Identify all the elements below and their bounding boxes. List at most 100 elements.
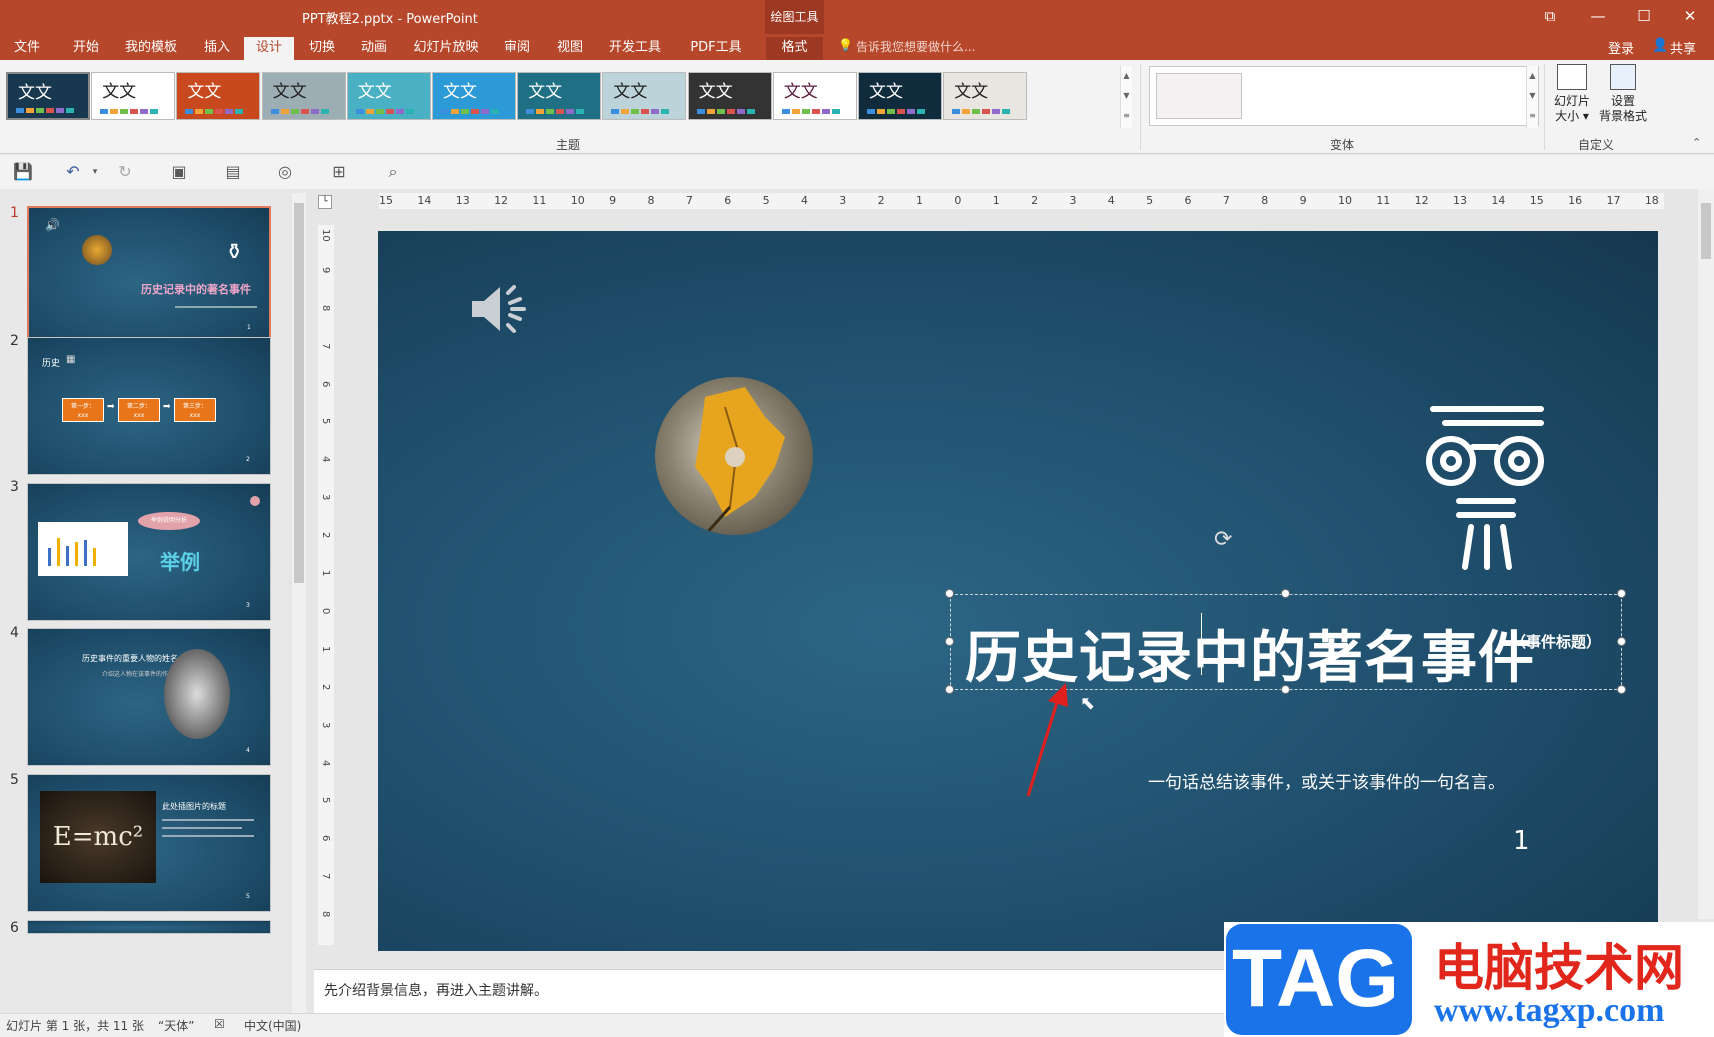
ruler-label: 8 <box>320 911 331 918</box>
theme-option-3[interactable]: 文文 <box>176 72 261 120</box>
save-icon[interactable]: 💾 <box>12 161 34 183</box>
slide-thumbnail-5[interactable]: E=mc² 此处插图片的标题 5 <box>27 774 271 912</box>
resize-handle[interactable] <box>945 589 954 598</box>
slide-thumbnail-1[interactable]: 🔊 ⚱ 历史记录中的著名事件 1 <box>27 206 271 344</box>
resize-handle[interactable] <box>945 685 954 694</box>
maximize-button[interactable]: ☐ <box>1624 4 1664 28</box>
leaf-image <box>82 235 112 265</box>
rotate-handle-icon[interactable]: ⟳ <box>1214 527 1232 552</box>
slide-size-button[interactable]: 幻灯片 大小 ▾ <box>1550 64 1594 124</box>
theme-option-12[interactable]: 文文 <box>943 72 1028 120</box>
theme-option-1[interactable]: 文文 <box>6 72 90 120</box>
theme-option-2[interactable]: 文文 <box>91 72 176 120</box>
ruler-label: 4 <box>1107 194 1115 207</box>
tab-transitions[interactable]: 切换 <box>302 37 342 60</box>
tab-file[interactable]: 文件 <box>8 37 46 60</box>
slide-thumbnail-3[interactable]: 举例说明分析 举例 3 <box>27 483 271 621</box>
slide-thumbnail-2[interactable]: 历史 ▦ 第一步： xxx 第二步： xxx 第三步： xxx ➡ ➡ 2 <box>27 337 271 475</box>
title-note[interactable]: （事件标题） <box>1511 631 1601 652</box>
ribbon-design: 文文 文文 文文 文文 文文 文文 文文 文文 文文 文文 文文 文文 ▲ ▼ ≡ 主题 ▲ ▼ ≡ 变体 幻… <box>0 60 1714 154</box>
theme-option-5[interactable]: 文文 <box>346 72 431 120</box>
editor-vertical-scrollbar[interactable] <box>1698 189 1714 919</box>
close-button[interactable]: ✕ <box>1670 4 1710 28</box>
calendar-icon: ▦ <box>66 354 76 365</box>
theme-option-7[interactable]: 文文 <box>517 72 602 120</box>
red-arrow-icon <box>1026 683 1068 797</box>
format-background-button[interactable]: 设置 背景格式 <box>1596 64 1650 124</box>
slide-thumbnail-6[interactable] <box>27 920 271 934</box>
redo-icon[interactable]: ↻ <box>114 161 136 183</box>
notes-text[interactable]: 先介绍背景信息，再进入主题讲解。 <box>324 980 548 1000</box>
tab-home[interactable]: 开始 <box>66 37 106 60</box>
ruler-label: 3 <box>1069 194 1077 207</box>
mouse-cursor-icon: ⬉ <box>1080 693 1096 714</box>
resize-handle[interactable] <box>1617 589 1626 598</box>
ruler-label: 9 <box>320 266 331 274</box>
thumbnail-scrollbar[interactable] <box>292 193 306 1017</box>
tab-pdf-tools[interactable]: PDF工具集 <box>684 37 748 77</box>
title-textbox[interactable]: 历史记录中的著名事件 （事件标题） <box>950 594 1622 691</box>
ruler-label: 11 <box>532 194 547 207</box>
resize-handle[interactable] <box>1281 589 1290 598</box>
divider <box>1544 64 1545 150</box>
collapse-ribbon-icon[interactable]: ⌃ <box>1692 136 1701 149</box>
theme-option-11[interactable]: 文文 <box>858 72 942 120</box>
theme-option-10[interactable]: 文文 <box>772 72 857 120</box>
minimize-button[interactable]: — <box>1578 4 1618 28</box>
ruler-label: 1 <box>916 194 923 207</box>
tab-view[interactable]: 视图 <box>550 37 590 60</box>
theme-group-label: 主题 <box>556 138 581 152</box>
slide-1-canvas[interactable]: ⟳ 历史记录中的著名事件 （事件标题） 一句话总结该事件，或关于该事件的一句名言… <box>378 231 1658 951</box>
tab-design[interactable]: 设计 <box>244 37 294 60</box>
theme-option-8[interactable]: 文文 <box>602 72 687 120</box>
language-status[interactable]: 中文(中国) <box>244 1017 301 1034</box>
ruler-label: 1 <box>320 645 331 653</box>
tab-insert[interactable]: 插入 <box>198 37 236 60</box>
ruler-label: 13 <box>1453 194 1468 207</box>
record-icon[interactable]: ◎ <box>274 161 296 183</box>
share-button[interactable]: 共享 <box>1670 38 1696 57</box>
tab-animations[interactable]: 动画 <box>354 37 394 60</box>
slide-subtitle[interactable]: 一句话总结该事件，或关于该事件的一句名言。 <box>1148 768 1505 793</box>
drawing-tools-label: 绘图工具 <box>770 10 819 24</box>
ruler-label: 2 <box>320 683 331 691</box>
theme-option-9[interactable]: 文文 <box>687 72 772 120</box>
theme-sample-text: 文文 <box>272 82 307 102</box>
resize-handle[interactable] <box>1281 685 1290 694</box>
tab-my-templates[interactable]: 我的模板 <box>122 37 180 60</box>
spell-check-icon[interactable]: ☒ <box>214 1017 225 1031</box>
undo-icon[interactable]: ↶ <box>62 161 84 183</box>
theme-gallery-scroll[interactable]: ▲ ▼ ≡ <box>1120 66 1132 128</box>
ruler-label: 1 <box>320 570 331 577</box>
ruler-label: 3 <box>320 494 331 501</box>
tab-review[interactable]: 审阅 <box>498 37 536 60</box>
thumb-number: 4 <box>10 625 19 641</box>
present-icon[interactable]: ⊞ <box>328 161 350 183</box>
ruler-label: 4 <box>800 194 808 207</box>
tab-slideshow[interactable]: 幻灯片放映 <box>412 37 480 60</box>
login-link[interactable]: 登录 <box>1608 38 1634 57</box>
thumb-number: 2 <box>10 333 19 349</box>
variant-gallery[interactable] <box>1149 66 1539 126</box>
tell-me-input[interactable]: 告诉我您想要做什么... <box>856 38 975 55</box>
variant-gallery-scroll[interactable]: ▲ ▼ ≡ <box>1526 66 1538 128</box>
leaf-image[interactable] <box>655 377 813 535</box>
theme-sample-text: 文文 <box>613 82 648 102</box>
resize-handle[interactable] <box>1617 685 1626 694</box>
resize-handle[interactable] <box>1617 637 1626 646</box>
thumb-number: 3 <box>10 479 19 495</box>
tab-format[interactable]: 格式 <box>766 37 823 60</box>
undo-dropdown-icon[interactable]: ▾ <box>84 161 106 183</box>
preview-icon[interactable]: ⌕ <box>382 161 404 183</box>
tab-developer[interactable]: 开发工具 <box>604 37 666 60</box>
slide-thumbnail-4[interactable]: 历史事件的重要人物的姓名 介绍这人物在该事件的作用 4 <box>27 628 271 766</box>
ribbon-display-icon[interactable]: ⧉ <box>1530 4 1570 28</box>
speaker-icon[interactable] <box>470 283 532 335</box>
theme-option-4[interactable]: 文文 <box>261 72 346 120</box>
resize-handle[interactable] <box>945 637 954 646</box>
from-beginning-icon[interactable]: ▣ <box>168 161 190 183</box>
variant-thumb[interactable] <box>1156 73 1242 119</box>
tab-selector-icon[interactable]: └ <box>318 195 332 209</box>
theme-option-6[interactable]: 文文 <box>432 72 516 120</box>
new-slide-icon[interactable]: ▤ <box>222 161 244 183</box>
